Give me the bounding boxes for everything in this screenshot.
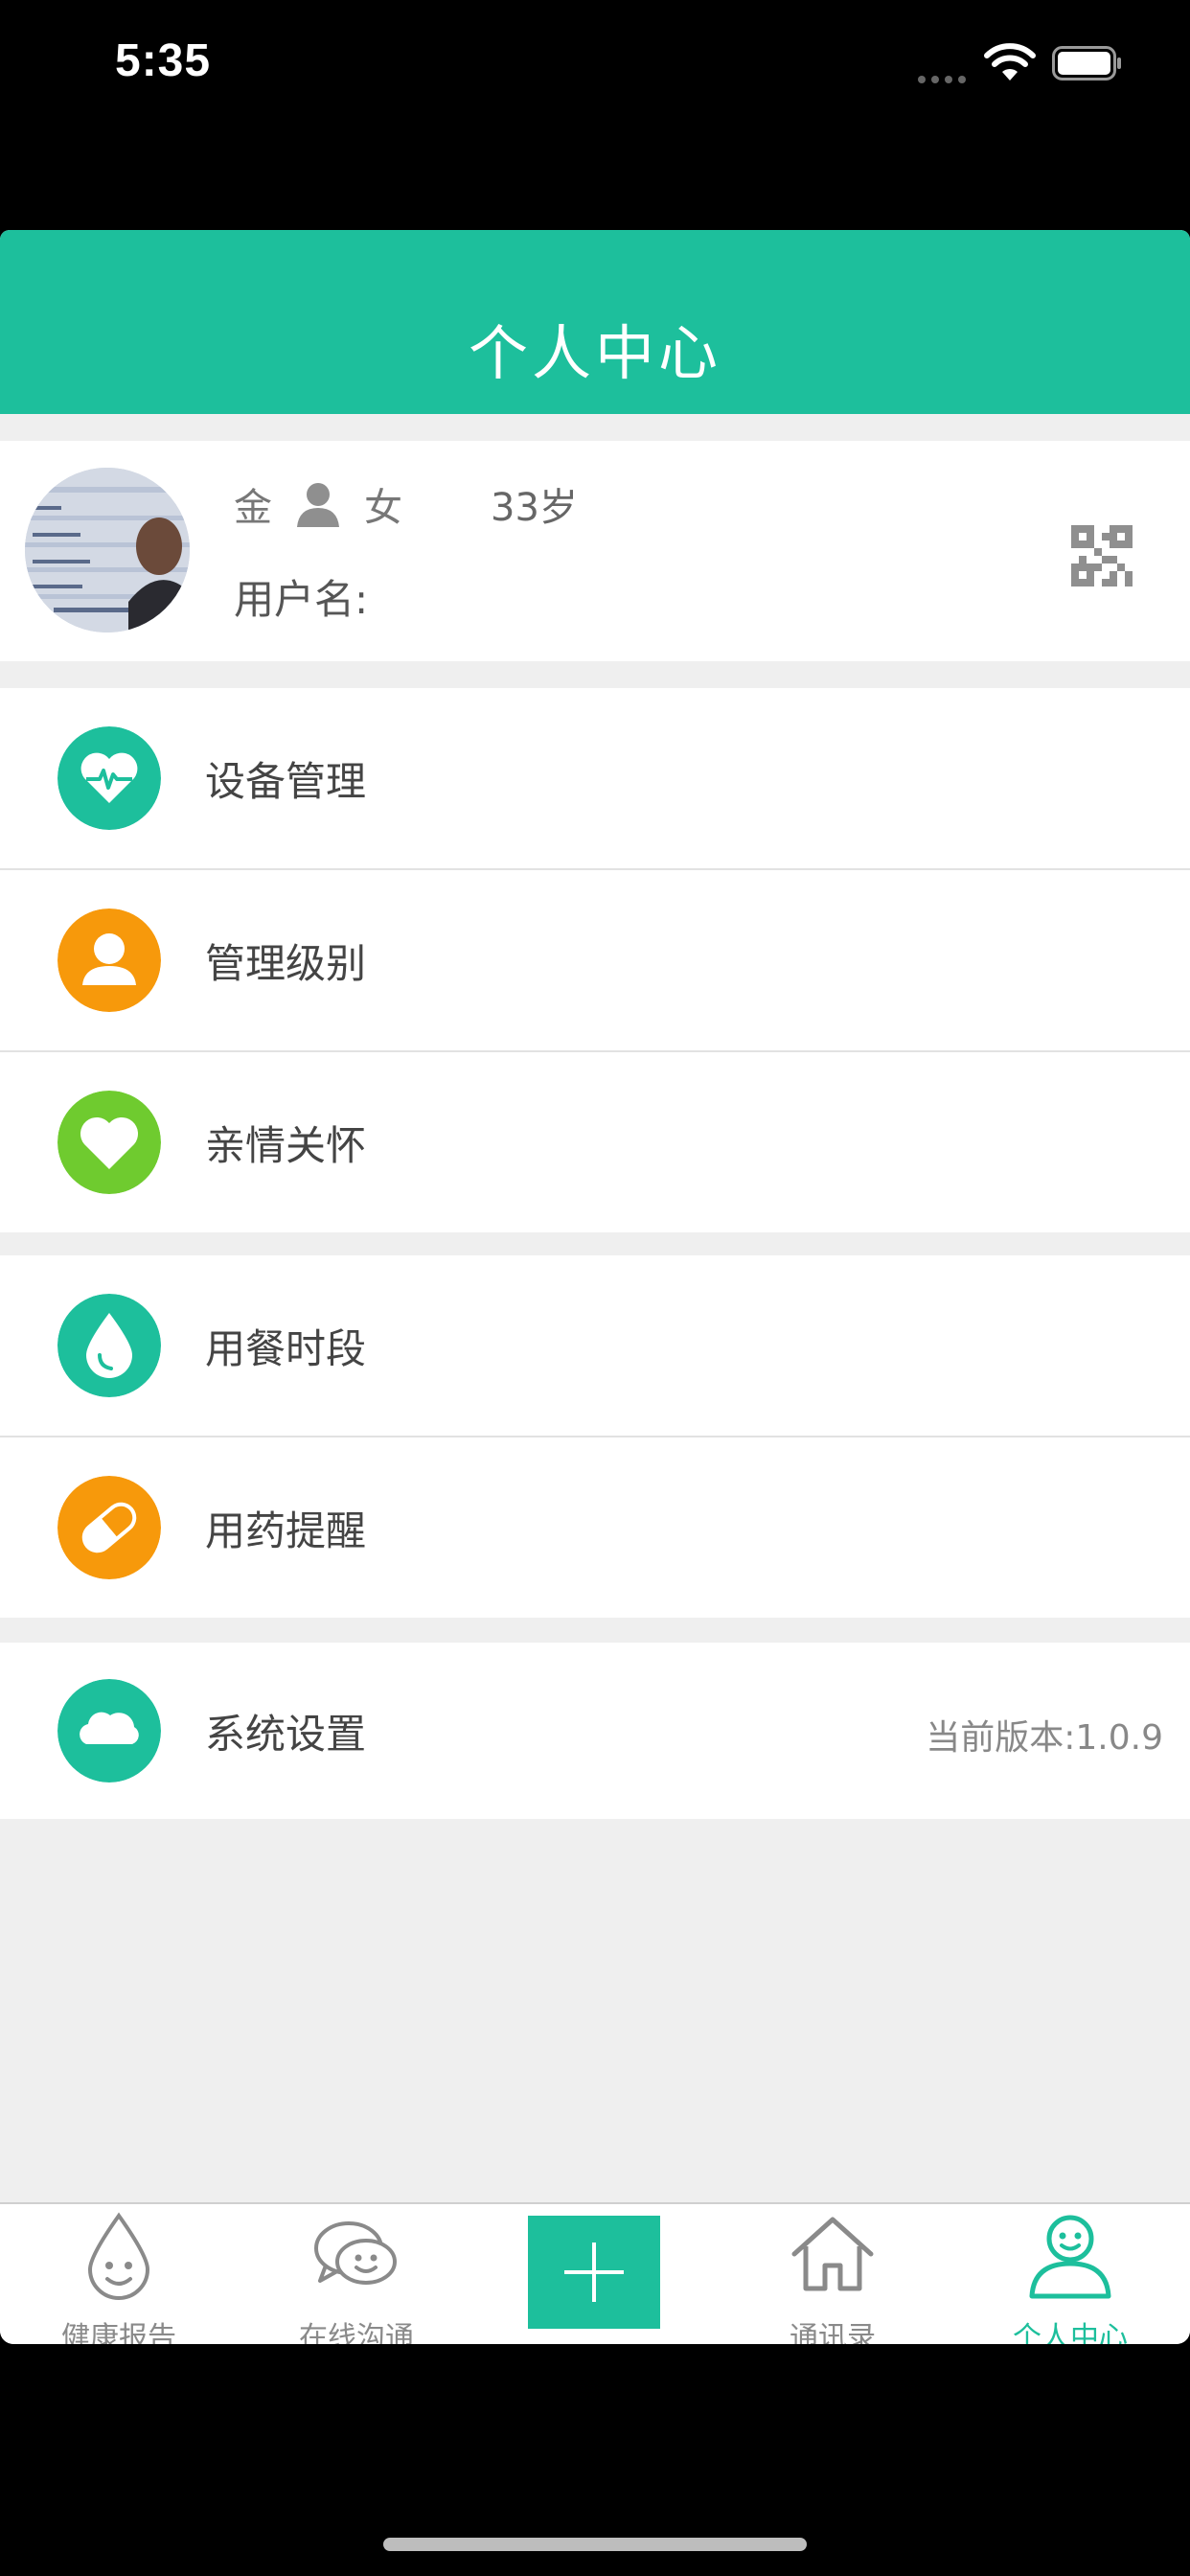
profile-info-line: 金 女 33岁 [234,475,578,533]
home-indicator[interactable] [383,2538,807,2551]
pill-icon [57,1476,161,1579]
profile-age: 33岁 [491,486,578,530]
navigation-bar: 个人中心 [0,230,1190,414]
menu-item-management-level[interactable]: 管理级别 [0,870,1190,1052]
tab-contacts[interactable]: 通讯录 [714,2204,951,2344]
avatar[interactable] [25,468,190,632]
tab-label: 在线沟通 [299,2321,414,2344]
avatar-photo [25,468,190,632]
heartbeat-icon [57,726,161,830]
menu-item-label: 用药提醒 [205,1507,367,1554]
menu-item-meal-time[interactable]: 用餐时段 [0,1255,1190,1438]
menu-item-label: 用餐时段 [205,1325,367,1372]
qr-code-icon[interactable] [1071,525,1133,586]
status-bar: 5:35 [0,0,1190,134]
app-version-text: 当前版本:1.0.9 [926,1718,1163,1758]
cloud-icon [57,1679,161,1782]
menu-item-medication-reminder[interactable]: 用药提醒 [0,1438,1190,1618]
add-button[interactable] [528,2216,660,2329]
heart-icon [57,1091,161,1194]
menu-item-label: 系统设置 [205,1711,367,1758]
battery-icon [1052,46,1121,80]
profile-gender: 女 [364,486,402,530]
page-title: 个人中心 [468,318,721,388]
profile-card[interactable]: 金 女 33岁 用户名: [0,441,1190,661]
wifi-icon [984,43,1036,80]
menu-item-label: 亲情关怀 [205,1122,367,1169]
tab-bar: 健康报告 在线沟通 通讯录 个人中心 [0,2202,1190,2344]
menu-group-device: 设备管理 管理级别 亲情关怀 [0,688,1190,1232]
menu-group-reminders: 用餐时段 用药提醒 [0,1255,1190,1618]
house-icon [791,2217,874,2291]
signal-icon [918,69,972,83]
tab-label: 通讯录 [790,2321,876,2344]
profile-surname: 金 [234,486,272,530]
plus-icon [564,2242,624,2302]
tab-personal-center[interactable]: 个人中心 [951,2204,1189,2344]
menu-group-settings: 系统设置 当前版本:1.0.9 [0,1643,1190,1819]
person-silhouette-icon [297,483,339,527]
drop-face-icon [87,2212,150,2300]
menu-item-device-management[interactable]: 设备管理 [0,688,1190,870]
status-time: 5:35 [115,35,212,86]
chat-bubble-icon [314,2221,397,2285]
menu-item-family-care[interactable]: 亲情关怀 [0,1052,1190,1232]
water-drop-icon [57,1294,161,1397]
menu-item-label: 管理级别 [205,940,367,987]
menu-item-system-settings[interactable]: 系统设置 当前版本:1.0.9 [0,1643,1190,1819]
app-screen: 个人中心 金 女 33岁 用户名: 设备管理 管理级别 亲情关怀 用餐时段 用药… [0,230,1190,2344]
tab-health-report[interactable]: 健康报告 [0,2204,238,2344]
tab-label: 个人中心 [1013,2321,1128,2344]
person-icon [57,908,161,1012]
tab-online-chat[interactable]: 在线沟通 [238,2204,475,2344]
tab-label: 健康报告 [61,2321,176,2344]
user-face-icon [1029,2215,1111,2299]
profile-username-label: 用户名: [234,576,369,623]
menu-item-label: 设备管理 [205,758,367,805]
